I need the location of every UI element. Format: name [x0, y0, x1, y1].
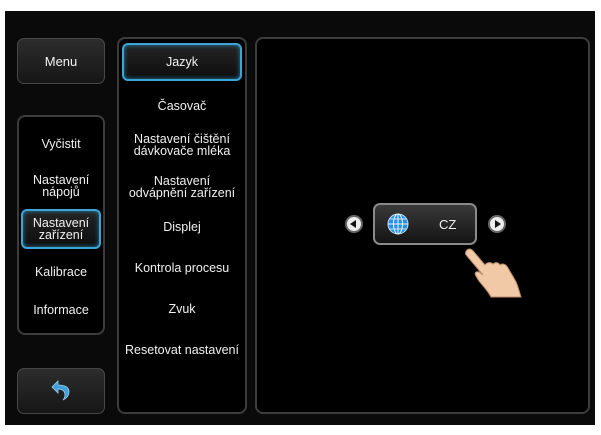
content-panel: CZ	[255, 37, 590, 414]
globe-icon	[387, 213, 409, 235]
nav-item-drink-settings[interactable]: Nastavení nápojů	[23, 169, 99, 203]
arrow-right-icon	[495, 220, 501, 228]
nav-item-calibration[interactable]: Kalibrace	[23, 257, 99, 287]
nav-item-label: Nastavení nápojů	[33, 173, 90, 199]
nav-item-label: Nastavení zařízení	[32, 216, 90, 242]
arrow-left-icon	[350, 220, 356, 228]
language-code: CZ	[439, 216, 457, 232]
nav-item-label: Informace	[33, 303, 89, 317]
submenu-item-sound[interactable]: Zvuk	[123, 294, 241, 324]
language-selector[interactable]: CZ	[373, 203, 477, 245]
menu-button[interactable]: Menu	[17, 38, 105, 84]
submenu-item-label: Displej	[163, 220, 201, 234]
nav-item-information[interactable]: Informace	[23, 295, 99, 325]
nav-item-label: Kalibrace	[34, 265, 88, 279]
submenu-item-language[interactable]: Jazyk	[122, 43, 242, 81]
submenu-item-timer[interactable]: Časovač	[123, 91, 241, 121]
device-screen: Menu Vyčistit Nastavení nápojů Nastavení…	[5, 11, 595, 425]
submenu-item-milk-cleaning[interactable]: Nastavení čištění dávkovače mléka	[123, 127, 241, 163]
menu-button-label: Menu	[44, 53, 78, 69]
submenu-item-label: Zvuk	[168, 302, 196, 316]
nav-item-clean[interactable]: Vyčistit	[23, 129, 99, 159]
back-arrow-icon	[51, 379, 71, 403]
submenu-item-label: Resetovat nastavení	[125, 343, 239, 357]
submenu-item-label: Kontrola procesu	[134, 261, 230, 275]
pointing-hand-icon	[463, 247, 523, 299]
back-button[interactable]	[17, 368, 105, 414]
submenu-item-label: Jazyk	[166, 55, 198, 69]
submenu-panel: Jazyk Časovač Nastavení čištění dávkovač…	[117, 37, 247, 414]
submenu-item-label: Nastavení odvápnění zařízení	[128, 174, 236, 200]
nav-panel: Vyčistit Nastavení nápojů Nastavení zaří…	[17, 115, 105, 335]
language-prev-button[interactable]	[345, 215, 363, 233]
submenu-item-reset[interactable]: Resetovat nastavení	[123, 335, 241, 365]
submenu-item-label: Nastavení čištění dávkovače mléka	[133, 132, 231, 158]
nav-item-device-settings[interactable]: Nastavení zařízení	[21, 209, 101, 249]
submenu-item-process-control[interactable]: Kontrola procesu	[123, 253, 241, 283]
submenu-item-label: Časovač	[157, 99, 207, 113]
submenu-item-display[interactable]: Displej	[123, 212, 241, 242]
submenu-item-descaling[interactable]: Nastavení odvápnění zařízení	[123, 169, 241, 205]
language-next-button[interactable]	[488, 215, 506, 233]
nav-item-label: Vyčistit	[41, 137, 81, 151]
